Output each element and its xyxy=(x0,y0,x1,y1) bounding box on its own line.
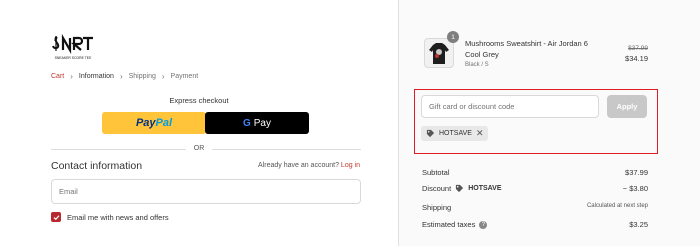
account-prompt: Already have an account? Log in xyxy=(258,162,360,169)
quantity-badge: 1 xyxy=(447,31,459,43)
subtotal-value: $37.99 xyxy=(625,168,648,177)
taxes-value: $3.25 xyxy=(629,220,648,229)
sale-price: $34.19 xyxy=(625,54,648,63)
newsletter-label: Email me with news and offers xyxy=(67,212,169,222)
tag-icon xyxy=(426,129,435,138)
chevron-right-icon: › xyxy=(119,72,123,81)
checkout-main-panel: SNEAKER SCORE TEE Cart › Information › S… xyxy=(0,0,398,246)
checkmark-icon xyxy=(53,214,59,220)
discount-value: − $3.80 xyxy=(622,184,648,193)
login-link[interactable]: Log in xyxy=(341,162,360,169)
newsletter-option[interactable]: Email me with news and offers xyxy=(51,212,169,222)
product-name: Mushrooms Sweatshirt - Air Jordan 6 Cool… xyxy=(465,39,588,59)
or-label-wrap: OR xyxy=(0,145,398,152)
google-pay-button[interactable]: G Pay xyxy=(205,112,309,134)
breadcrumb-information: Information xyxy=(78,73,114,80)
discount-code-input[interactable] xyxy=(421,95,599,118)
google-g-icon: G xyxy=(242,117,251,129)
paypal-button[interactable]: PayPal xyxy=(102,112,206,134)
shipping-value: Calculated at next step xyxy=(586,203,648,209)
product-thumbnail xyxy=(424,38,454,68)
shipping-row: Shipping Calculated at next step xyxy=(422,203,648,212)
express-checkout-title: Express checkout xyxy=(169,96,229,105)
newsletter-checkbox[interactable] xyxy=(51,212,61,222)
account-prompt-text: Already have an account? xyxy=(258,162,339,169)
discount-row: Discount HOTSAVE − $3.80 xyxy=(422,184,648,193)
discount-code: HOTSAVE xyxy=(468,185,502,192)
discount-label: Discount xyxy=(422,184,452,193)
contact-information-title: Contact information xyxy=(51,160,143,172)
chevron-right-icon: › xyxy=(70,72,73,81)
question-icon[interactable]: ? xyxy=(479,220,488,229)
applied-discount-tag: HOTSAVE ✕ xyxy=(421,126,489,141)
email-field[interactable] xyxy=(51,179,361,204)
product-variant: Black / S xyxy=(465,62,489,68)
chevron-right-icon: › xyxy=(161,72,165,81)
breadcrumb: Cart › Information › Shipping › Payment xyxy=(51,72,198,81)
shipping-label: Shipping xyxy=(422,203,452,212)
google-pay-label: Pay xyxy=(253,117,271,129)
discount-section-highlight: Apply HOTSAVE ✕ xyxy=(414,89,658,154)
paypal-logo: PayPal xyxy=(135,117,173,129)
breadcrumb-payment: Payment xyxy=(170,73,199,80)
tag-icon xyxy=(456,184,464,193)
logo-tagline: SNEAKER SCORE TEE xyxy=(55,56,92,60)
subtotal-row: Subtotal $37.99 xyxy=(422,168,648,177)
applied-discount-code: HOTSAVE xyxy=(439,130,472,137)
apply-discount-button[interactable]: Apply xyxy=(607,95,647,118)
remove-discount-icon[interactable]: ✕ xyxy=(476,128,484,139)
taxes-label: Estimated taxes xyxy=(422,220,476,229)
taxes-row: Estimated taxes ? $3.25 xyxy=(422,220,648,229)
breadcrumb-cart[interactable]: Cart xyxy=(51,73,64,80)
store-logo[interactable]: SNEAKER SCORE TEE xyxy=(51,33,95,63)
or-label: OR xyxy=(185,145,213,152)
subtotal-label: Subtotal xyxy=(422,168,450,177)
original-price: $37.99 xyxy=(628,45,648,52)
breadcrumb-shipping: Shipping xyxy=(128,73,156,80)
